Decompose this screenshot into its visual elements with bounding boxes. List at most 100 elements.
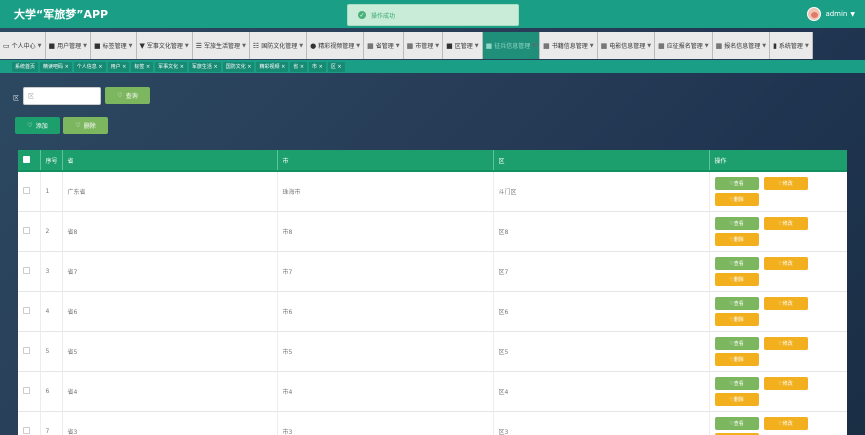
menu-label: 精彩视频管理 <box>318 43 355 50</box>
checkbox[interactable] <box>23 226 30 234</box>
row-checkbox[interactable] <box>18 171 41 211</box>
menu-icon: ☷ <box>252 41 260 50</box>
row-checkbox[interactable] <box>18 371 41 411</box>
menu-icon: ▦ <box>543 41 550 50</box>
row-checkbox[interactable] <box>18 291 41 331</box>
menu-item-5[interactable]: ☷ 国防文化管理 ▼ <box>249 32 308 59</box>
query-button[interactable]: ♡ 查询 <box>105 87 150 104</box>
tab-tag[interactable]: 市 × <box>309 61 326 72</box>
checkbox[interactable] <box>23 426 30 434</box>
delete-button[interactable]: ♡ 删除 <box>63 117 108 134</box>
heart-icon: ♡ <box>75 122 81 129</box>
table-row: 3 省7 市7 区7 ♡ 查看 ♡ 修改 ♡ 删除 <box>18 251 847 291</box>
tab-tag[interactable]: 区 × <box>327 61 345 72</box>
row-delete-button[interactable]: ♡ 删除 <box>714 353 759 366</box>
cell-district: 区4 <box>493 371 710 411</box>
tab-tag[interactable]: 精读吧码 × <box>40 61 72 72</box>
chevron-down-icon[interactable]: ▼ <box>850 11 855 18</box>
menu-item-1[interactable]: ■ 用户管理 ▼ <box>45 32 91 59</box>
menu-label: 征兵信息管理 <box>494 43 531 50</box>
tab-tag[interactable]: 军事文化 × <box>155 61 187 72</box>
checkbox[interactable] <box>23 386 30 394</box>
row-delete-button[interactable]: ♡ 删除 <box>714 393 759 406</box>
tab-tag[interactable]: 精彩视频 × <box>256 61 289 72</box>
row-delete-button[interactable]: ♡ 删除 <box>714 233 759 246</box>
checkbox[interactable] <box>23 266 30 274</box>
menu-label: 省管理 <box>375 43 394 50</box>
menu-label: 书籍信息管理 <box>551 43 588 50</box>
cell-actions: ♡ 查看 ♡ 修改 ♡ 删除 <box>709 211 847 251</box>
menu-item-10[interactable]: ■ 征兵信息管理 ▼ <box>482 32 541 59</box>
row-checkbox[interactable] <box>18 411 41 435</box>
chevron-down-icon: ▼ <box>37 42 42 49</box>
cell-district: 区6 <box>493 291 710 331</box>
view-button[interactable]: ♡ 查看 <box>714 177 759 191</box>
menu-item-7[interactable]: ▦ 省管理 ▼ <box>364 32 404 59</box>
cell-province: 省3 <box>62 411 278 435</box>
edit-button[interactable]: ♡ 修改 <box>763 417 808 430</box>
add-button[interactable]: ♡ 添加 <box>15 117 60 134</box>
checkbox[interactable] <box>23 346 30 354</box>
table-header-row: 序号 省 市 区 操作 <box>18 150 847 172</box>
search-input[interactable] <box>23 87 101 105</box>
menu-item-6[interactable]: ● 精彩视频管理 ▼ <box>307 32 365 59</box>
view-button[interactable]: ♡ 查看 <box>714 377 759 390</box>
tab-tag[interactable]: 标签 × <box>131 61 154 72</box>
menu-item-12[interactable]: ▦ 电影信息管理 ▼ <box>597 32 656 59</box>
menu-item-9[interactable]: ■ 区管理 ▼ <box>443 32 483 59</box>
table-row: 4 省6 市6 区6 ♡ 查看 ♡ 修改 ♡ 删除 <box>18 291 847 331</box>
cell-city: 市6 <box>277 291 494 331</box>
menu-icon: ● <box>310 41 317 50</box>
tab-tag[interactable]: 国防文化 × <box>222 61 255 72</box>
check-icon: ✓ <box>358 11 366 19</box>
menu-icon: ▮ <box>773 41 777 50</box>
edit-button[interactable]: ♡ 修改 <box>763 257 808 270</box>
view-button[interactable]: ♡ 查看 <box>714 417 759 430</box>
header-province: 省 <box>62 150 278 172</box>
search-label: 区 <box>13 95 20 102</box>
view-button[interactable]: ♡ 查看 <box>714 297 759 310</box>
view-button[interactable]: ♡ 查看 <box>714 257 759 270</box>
row-checkbox[interactable] <box>18 211 41 251</box>
checkbox[interactable] <box>23 186 30 194</box>
row-delete-button[interactable]: ♡ 删除 <box>714 273 759 286</box>
view-button[interactable]: ♡ 查看 <box>714 337 759 350</box>
tab-tag[interactable]: 省 × <box>290 61 308 72</box>
tab-tag[interactable]: 军旅生活 × <box>188 61 221 72</box>
tab-tag[interactable]: 个人信息 × <box>73 61 106 72</box>
header-actions: 操作 <box>709 150 847 172</box>
menu-item-14[interactable]: ▦ 报名信息管理 ▼ <box>712 32 771 59</box>
menu-item-3[interactable]: ▼ 军事文化管理 ▼ <box>136 32 193 59</box>
tab-tag[interactable]: 用户 × <box>107 61 130 72</box>
edit-button[interactable]: ♡ 修改 <box>763 337 808 350</box>
menu-item-15[interactable]: ▮ 系统管理 ▼ <box>770 32 813 59</box>
cell-district: 区3 <box>493 411 710 435</box>
user-menu[interactable]: admin ▼ <box>807 7 855 21</box>
edit-button[interactable]: ♡ 修改 <box>763 297 808 310</box>
row-checkbox[interactable] <box>18 251 41 291</box>
menu-item-11[interactable]: ▦ 书籍信息管理 ▼ <box>540 32 598 59</box>
edit-button[interactable]: ♡ 修改 <box>763 377 808 390</box>
select-all-checkbox[interactable] <box>18 150 41 172</box>
avatar[interactable] <box>807 7 822 21</box>
checkbox[interactable] <box>23 306 30 314</box>
cell-province: 省6 <box>62 291 278 331</box>
view-button[interactable]: ♡ 查看 <box>714 217 759 230</box>
menu-item-0[interactable]: ▭ 个人中心 ▼ <box>0 32 46 59</box>
chevron-down-icon: ▼ <box>647 42 652 49</box>
chevron-down-icon: ▼ <box>589 42 594 49</box>
tab-tag[interactable]: 系统首页 <box>12 61 39 72</box>
chevron-down-icon: ▼ <box>128 42 133 49</box>
edit-button[interactable]: ♡ 修改 <box>763 217 808 230</box>
row-delete-button[interactable]: ♡ 删除 <box>714 313 759 326</box>
menu-item-4[interactable]: ☰ 军旅生活管理 ▼ <box>192 32 250 59</box>
row-checkbox[interactable] <box>18 331 41 371</box>
edit-button[interactable]: ♡ 修改 <box>763 177 808 191</box>
username[interactable]: admin <box>825 10 847 18</box>
menu-item-8[interactable]: ▦ 市管理 ▼ <box>403 32 444 59</box>
menu-label: 军旅生活管理 <box>204 43 241 50</box>
menu-item-2[interactable]: ■ 标签管理 ▼ <box>91 32 137 59</box>
menu-item-13[interactable]: ▦ 应征报名管理 ▼ <box>655 32 713 59</box>
heart-icon: ♡ <box>117 92 123 99</box>
row-delete-button[interactable]: ♡ 删除 <box>714 193 759 207</box>
